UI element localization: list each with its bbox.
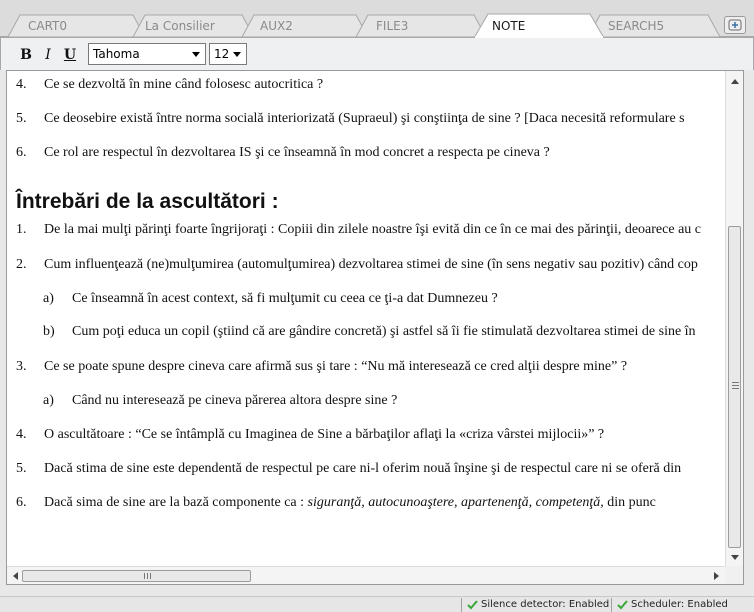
sub-item-text: Cum poţi educa un copil (ştiind că are g… (72, 324, 696, 339)
document-content[interactable]: 4. Ce se dezvoltă în mine când folosesc … (7, 71, 726, 568)
item-text: Dacă stima de sine este dependentă de re… (44, 461, 682, 476)
tab-strip: CART0 La Consilier AUX2 FILE3 NOTE SEARC… (0, 0, 754, 38)
italic-button[interactable]: I (39, 46, 57, 64)
add-tab-icon (728, 19, 742, 31)
sub-item-text: Când nu interesează pe cineva părerea al… (72, 393, 398, 408)
dropdown-arrow-icon (192, 52, 200, 57)
font-family-select[interactable]: Tahoma (88, 43, 206, 65)
status-bar: Silence detector: Enabled Scheduler: Ena… (0, 596, 754, 612)
item-text-suffix: din punc (603, 495, 656, 510)
vertical-scroll-thumb[interactable] (728, 226, 741, 548)
item-number: 4. (16, 427, 27, 442)
item-text: Ce rol are respectul în dezvoltarea IS ş… (44, 145, 550, 160)
tab-note[interactable]: NOTE (492, 19, 525, 33)
item-number: 4. (16, 77, 27, 92)
item-number: 2. (16, 257, 27, 272)
status-separator (461, 598, 462, 612)
sub-item-letter: b) (43, 324, 55, 339)
item-text: Cum influenţează (ne)mulţumirea (automul… (44, 257, 698, 272)
underline-button[interactable]: U (61, 46, 79, 64)
grip-line (732, 382, 739, 383)
sub-item-letter: a) (43, 393, 54, 408)
format-toolbar: B I U Tahoma 12 (0, 38, 754, 70)
sub-item-letter: a) (43, 291, 54, 306)
item-text-prefix: Dacă sima de sine are la bază componente… (44, 495, 308, 510)
scroll-up-icon[interactable] (731, 79, 739, 84)
tab-file3[interactable]: FILE3 (376, 19, 408, 33)
item-text: Ce se poate spune despre cineva care afi… (44, 359, 628, 374)
item-number: 1. (16, 222, 27, 237)
item-text: Ce deosebire există între norma socială … (44, 111, 685, 126)
new-tab-button[interactable] (724, 16, 746, 34)
silence-detector-status[interactable]: Silence detector: Enabled (481, 599, 609, 611)
scheduler-status[interactable]: Scheduler: Enabled (631, 599, 728, 611)
scroll-right-icon[interactable] (714, 572, 719, 580)
note-editor[interactable]: 4. Ce se dezvoltă în mine când folosesc … (6, 70, 744, 585)
checkmark-icon (617, 600, 628, 610)
item-text-italic: siguranţă, autocunoaştere, apartenenţă, … (307, 495, 604, 510)
scroll-down-icon[interactable] (731, 555, 739, 560)
tab-cart0[interactable]: CART0 (28, 19, 67, 33)
item-text: Dacă sima de sine are la bază componente… (44, 494, 656, 512)
item-text: O ascultătoare : “Ce se întâmplă cu Imag… (44, 427, 605, 442)
tab-aux2[interactable]: AUX2 (260, 19, 293, 33)
item-number: 5. (16, 111, 27, 126)
item-number: 3. (16, 359, 27, 374)
grip-line (732, 385, 739, 386)
item-text: De la mai mulţi părinţi foarte îngrijora… (44, 222, 701, 237)
horizontal-scrollbar[interactable] (7, 566, 726, 584)
grip-line (147, 573, 148, 579)
grip-line (150, 573, 151, 579)
section-heading: Întrebări de la ascultători : (16, 190, 279, 213)
scroll-left-icon[interactable] (13, 572, 18, 580)
tab-la-consilier[interactable]: La Consilier (145, 19, 215, 33)
item-number: 6. (16, 145, 27, 160)
grip-line (144, 573, 145, 579)
horizontal-scroll-thumb[interactable] (22, 570, 251, 582)
dropdown-arrow-icon (233, 52, 241, 57)
tab-search5[interactable]: SEARCH5 (608, 19, 664, 33)
font-size-value: 12 (214, 47, 230, 61)
scroll-corner (725, 566, 743, 584)
checkmark-icon (467, 600, 478, 610)
vertical-scrollbar[interactable] (725, 71, 743, 568)
item-text: Ce se dezvoltă în mine când folosesc aut… (44, 77, 324, 92)
grip-line (732, 388, 739, 389)
item-number: 5. (16, 461, 27, 476)
font-family-value: Tahoma (93, 47, 140, 61)
item-number: 6. (16, 495, 27, 510)
bold-button[interactable]: B (17, 46, 35, 64)
status-separator (611, 598, 612, 612)
sub-item-text: Ce înseamnă în acest context, să fi mulţ… (72, 291, 498, 306)
font-size-select[interactable]: 12 (209, 43, 247, 65)
